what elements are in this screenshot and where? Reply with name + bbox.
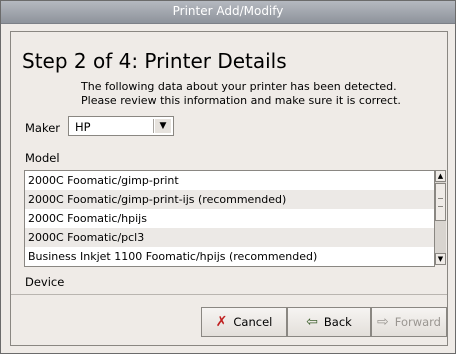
list-item[interactable]: Business Inkjet 1100 Foomatic/hpijs (rec…	[25, 247, 434, 266]
model-list[interactable]: 2000C Foomatic/gimp-print 2000C Foomatic…	[24, 170, 435, 267]
cancel-button[interactable]: ✗ Cancel	[201, 307, 287, 337]
device-label: Device	[25, 275, 65, 289]
list-item[interactable]: 2000C Foomatic/gimp-print	[25, 171, 434, 190]
scroll-down-icon[interactable]: ▼	[435, 253, 446, 265]
chevron-down-icon[interactable]: ▼	[155, 119, 171, 133]
cancel-label: Cancel	[233, 315, 273, 329]
window-title: Printer Add/Modify	[172, 4, 284, 18]
list-item[interactable]: 2000C Foomatic/gimp-print-ijs (recommend…	[25, 190, 434, 209]
maker-value: HP	[75, 120, 91, 134]
forward-button[interactable]: ⇨ Forward	[371, 307, 447, 337]
maker-dropdown[interactable]: HP ▼	[68, 116, 174, 136]
page-title: Step 2 of 4: Printer Details	[22, 49, 287, 73]
list-item[interactable]: 2000C Foomatic/hpijs	[25, 209, 434, 228]
list-item[interactable]: 2000C Foomatic/pcl3	[25, 228, 434, 247]
description-line-1: The following data about your printer ha…	[81, 80, 397, 93]
model-label: Model	[25, 151, 60, 165]
divider	[11, 294, 447, 295]
page-description: The following data about your printer ha…	[81, 80, 431, 108]
scroll-thumb[interactable]	[435, 183, 446, 221]
title-bar[interactable]: Printer Add/Modify	[1, 1, 455, 24]
printer-dialog: Printer Add/Modify Step 2 of 4: Printer …	[0, 0, 456, 354]
description-line-2: Please review this information and make …	[81, 94, 401, 107]
forward-label: Forward	[394, 315, 441, 329]
scroll-up-icon[interactable]: ▲	[435, 170, 446, 182]
back-button[interactable]: ⇦ Back	[287, 307, 371, 337]
back-label: Back	[323, 315, 352, 329]
forward-arrow-icon: ⇨	[377, 314, 389, 330]
x-icon: ✗	[215, 314, 228, 330]
maker-label: Maker	[25, 121, 61, 135]
model-list-scrollbar[interactable]: ▲ ▼	[434, 170, 446, 265]
back-arrow-icon: ⇦	[306, 314, 318, 330]
wizard-panel: Step 2 of 4: Printer Details The followi…	[10, 31, 448, 346]
combo-divider	[153, 119, 154, 133]
